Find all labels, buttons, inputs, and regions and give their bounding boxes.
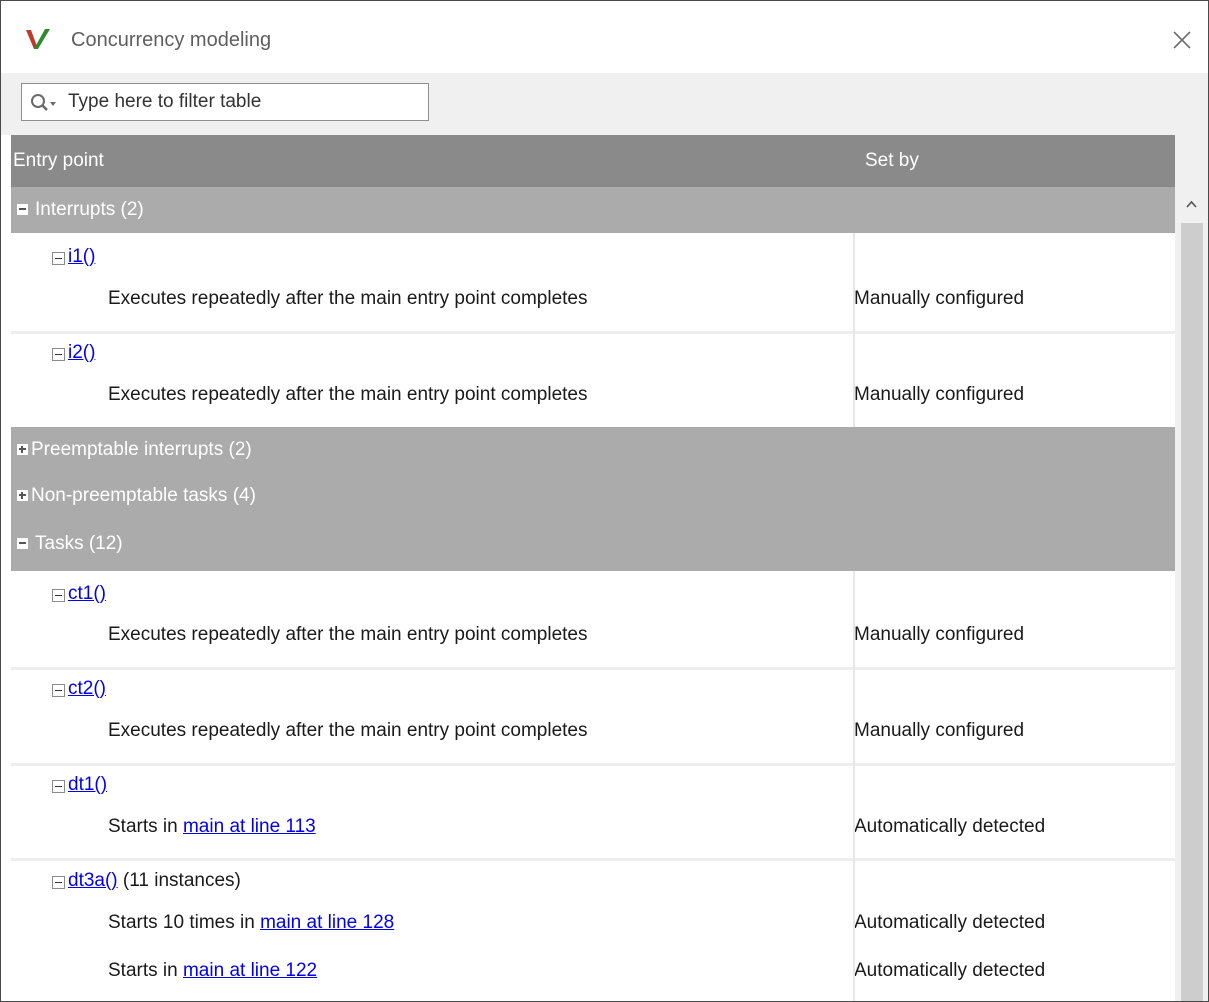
table-header: Entry point Set by: [11, 135, 1175, 187]
column-header-set-by[interactable]: Set by: [865, 150, 919, 172]
entry-detail-ct2: Executes repeatedly after the main entry…: [108, 720, 588, 741]
entry-detail-dt3a-2: Starts in main at line 122: [108, 960, 317, 982]
expand-icon[interactable]: [17, 490, 28, 501]
entry-link-dt1[interactable]: dt1(): [68, 774, 107, 796]
collapse-toggle-icon[interactable]: [52, 684, 65, 697]
concurrency-modeling-window: Concurrency modeling Entry point Set by …: [0, 0, 1209, 1002]
close-icon[interactable]: [1167, 25, 1197, 55]
vertical-scrollbar[interactable]: [1175, 135, 1208, 1001]
group-tasks[interactable]: Tasks (12): [11, 519, 1175, 571]
search-dropdown-icon[interactable]: [30, 93, 60, 113]
collapse-toggle-icon[interactable]: [52, 252, 65, 265]
set-by-dt3a-2: Automatically detected: [854, 960, 1046, 981]
set-by-ct2: Manually configured: [854, 720, 1025, 741]
detail-prefix: Starts 10 times in: [108, 912, 261, 933]
column-header-entry-point[interactable]: Entry point: [13, 150, 104, 172]
set-by-i1: Manually configured: [854, 288, 1025, 309]
set-by-dt1: Automatically detected: [854, 816, 1046, 837]
set-by-i2: Manually configured: [854, 384, 1025, 405]
entry-detail-dt1: Starts in main at line 113: [108, 816, 316, 838]
group-non-preemptable-tasks[interactable]: Non-preemptable tasks (4): [11, 473, 1175, 519]
collapse-toggle-icon[interactable]: [52, 348, 65, 361]
source-link-line-122[interactable]: main at line 122: [183, 960, 317, 981]
entry-link-i2[interactable]: i2(): [68, 342, 95, 364]
group-label-tasks: Tasks (12): [35, 533, 123, 554]
scrollbar-thumb[interactable]: [1181, 223, 1203, 1001]
row-divider: [11, 763, 1175, 766]
entry-detail-i1: Executes repeatedly after the main entry…: [108, 288, 588, 309]
row-divider: [11, 667, 1175, 670]
entry-dt3a: dt3a() (11 instances): [68, 870, 241, 892]
group-label-interrupts: Interrupts (2): [35, 199, 144, 220]
column-divider: [853, 571, 855, 1001]
entry-detail-i2: Executes repeatedly after the main entry…: [108, 384, 588, 405]
entry-detail-ct1: Executes repeatedly after the main entry…: [108, 624, 588, 645]
set-by-ct1: Manually configured: [854, 624, 1025, 645]
row-divider: [11, 331, 1175, 334]
instance-count: (11 instances): [117, 870, 241, 891]
entry-link-ct2[interactable]: ct2(): [68, 678, 106, 700]
entry-points-table: Entry point Set by Interrupts (2) i1() E…: [11, 135, 1208, 1001]
group-interrupts[interactable]: Interrupts (2): [11, 187, 1175, 233]
filter-box[interactable]: [21, 83, 429, 121]
entry-link-ct1[interactable]: ct1(): [68, 583, 106, 605]
row-divider: [11, 858, 1175, 861]
collapse-toggle-icon[interactable]: [52, 589, 65, 602]
collapse-icon[interactable]: [17, 538, 28, 549]
entry-link-dt3a[interactable]: dt3a(): [68, 870, 118, 891]
polyspace-check-icon: [26, 29, 50, 49]
column-divider: [853, 233, 855, 427]
toolbar: [1, 73, 1208, 135]
collapse-toggle-icon[interactable]: [52, 876, 65, 889]
filter-table-input[interactable]: [68, 87, 418, 117]
source-link-line-128[interactable]: main at line 128: [260, 912, 394, 933]
group-label-non-preemptable: Non-preemptable tasks (4): [31, 485, 256, 506]
entry-detail-dt3a-1: Starts 10 times in main at line 128: [108, 912, 394, 934]
source-link-line-113[interactable]: main at line 113: [183, 816, 316, 837]
title-bar: Concurrency modeling: [1, 1, 1208, 73]
entry-link-i1[interactable]: i1(): [68, 246, 95, 268]
collapse-toggle-icon[interactable]: [52, 780, 65, 793]
window-title: Concurrency modeling: [71, 29, 272, 51]
set-by-dt3a-1: Automatically detected: [854, 912, 1046, 933]
chevron-up-icon[interactable]: [1175, 187, 1208, 221]
group-label-preemptable: Preemptable interrupts (2): [31, 439, 252, 460]
detail-prefix: Starts in: [108, 816, 183, 837]
group-preemptable-interrupts[interactable]: Preemptable interrupts (2): [11, 427, 1175, 473]
collapse-icon[interactable]: [17, 204, 28, 215]
detail-prefix: Starts in: [108, 960, 183, 981]
expand-icon[interactable]: [17, 444, 28, 455]
